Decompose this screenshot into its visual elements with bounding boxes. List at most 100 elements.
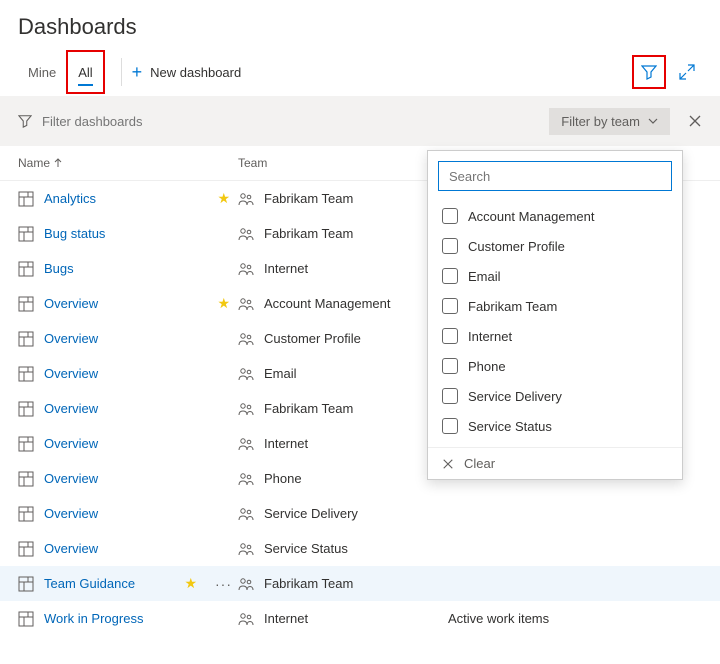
highlight-all-tab: All — [66, 50, 104, 94]
team-filter-clear[interactable]: Clear — [428, 447, 682, 479]
filter-toggle-button[interactable] — [634, 57, 664, 87]
checkbox-icon — [442, 358, 458, 374]
dashboard-icon — [18, 261, 34, 277]
checkbox-icon — [442, 298, 458, 314]
more-actions[interactable]: ··· — [215, 576, 232, 592]
tab-all[interactable]: All — [68, 52, 102, 92]
option-label: Service Status — [468, 419, 552, 434]
star-icon[interactable]: ★ — [217, 295, 230, 312]
team-filter-option[interactable]: Fabrikam Team — [428, 291, 682, 321]
table-row[interactable]: Overview Service Delivery — [0, 496, 720, 531]
dashboard-link[interactable]: Bugs — [44, 261, 74, 276]
checkbox-icon — [442, 268, 458, 284]
dashboard-icon — [18, 331, 34, 347]
checkbox-icon — [442, 328, 458, 344]
team-icon — [238, 402, 254, 416]
funnel-icon — [641, 64, 657, 80]
team-filter-option[interactable]: Service Delivery — [428, 381, 682, 411]
team-icon — [238, 332, 254, 346]
close-filter-button[interactable] — [688, 114, 702, 128]
team-filter-option[interactable]: Service Status — [428, 411, 682, 441]
team-icon — [238, 472, 254, 486]
option-label: Account Management — [468, 209, 594, 224]
dashboard-icon — [18, 401, 34, 417]
table-row[interactable]: Work in ProgressInternetActive work item… — [0, 601, 720, 636]
toolbar-divider — [121, 58, 122, 86]
dashboard-link[interactable]: Overview — [44, 366, 98, 381]
new-dashboard-button[interactable]: + New dashboard — [132, 62, 242, 83]
team-filter-option[interactable]: Customer Profile — [428, 231, 682, 261]
team-name: Fabrikam Team — [264, 576, 353, 591]
dashboard-link[interactable]: Team Guidance — [44, 576, 135, 591]
dashboard-link[interactable]: Overview — [44, 471, 98, 486]
star-icon[interactable]: ★ — [217, 190, 230, 207]
dashboard-link[interactable]: Overview — [44, 331, 98, 346]
dashboard-link[interactable]: Bug status — [44, 226, 105, 241]
dashboard-icon — [18, 191, 34, 207]
page-title: Dashboards — [18, 14, 702, 40]
team-icon — [238, 542, 254, 556]
filter-dashboards-input[interactable] — [42, 114, 549, 129]
col-header-team[interactable]: Team — [238, 156, 448, 170]
team-name: Service Delivery — [264, 506, 358, 521]
option-label: Customer Profile — [468, 239, 565, 254]
team-icon — [238, 297, 254, 311]
sort-asc-icon — [54, 158, 62, 168]
col-header-name[interactable]: Name — [18, 156, 238, 170]
chevron-down-icon — [648, 118, 658, 124]
team-name: Fabrikam Team — [264, 401, 353, 416]
dashboard-link[interactable]: Overview — [44, 401, 98, 416]
fullscreen-button[interactable] — [672, 57, 702, 87]
checkbox-icon — [442, 418, 458, 434]
filter-by-team-dropdown[interactable]: Filter by team — [549, 108, 670, 135]
plus-icon: + — [132, 62, 143, 83]
dashboard-icon — [18, 506, 34, 522]
dashboard-link[interactable]: Work in Progress — [44, 611, 143, 626]
team-name: Email — [264, 366, 297, 381]
option-label: Internet — [468, 329, 512, 344]
team-icon — [238, 192, 254, 206]
dashboard-link[interactable]: Overview — [44, 296, 98, 311]
close-icon — [688, 114, 702, 128]
team-filter-list[interactable]: Account Management Customer Profile Email F… — [428, 201, 682, 447]
dashboard-icon — [18, 366, 34, 382]
filter-by-team-label: Filter by team — [561, 114, 640, 129]
option-label: Fabrikam Team — [468, 299, 557, 314]
table-row[interactable]: Team Guidance ★ ··· Fabrikam Team — [0, 566, 720, 601]
team-name: Service Status — [264, 541, 348, 556]
dashboard-link[interactable]: Analytics — [44, 191, 96, 206]
option-label: Email — [468, 269, 501, 284]
team-filter-option[interactable]: Internet — [428, 321, 682, 351]
checkbox-icon — [442, 208, 458, 224]
team-name: Internet — [264, 261, 308, 276]
table-row[interactable]: Overview Service Status — [0, 531, 720, 566]
star-icon[interactable]: ★ — [184, 575, 197, 592]
team-filter-flyout: Account Management Customer Profile Email F… — [427, 150, 683, 480]
team-name: Internet — [264, 436, 308, 451]
team-icon — [238, 262, 254, 276]
team-icon — [238, 437, 254, 451]
team-filter-search-input[interactable] — [438, 161, 672, 191]
expand-icon — [679, 64, 695, 80]
team-icon — [238, 367, 254, 381]
close-icon — [442, 458, 454, 470]
team-filter-option[interactable]: Account Management — [428, 201, 682, 231]
dashboard-icon — [18, 611, 34, 627]
dashboard-icon — [18, 436, 34, 452]
tabs: Mine All — [18, 48, 111, 96]
team-icon — [238, 577, 254, 591]
team-filter-option[interactable]: Email — [428, 261, 682, 291]
team-name: Fabrikam Team — [264, 191, 353, 206]
dashboard-icon — [18, 296, 34, 312]
dashboard-link[interactable]: Overview — [44, 541, 98, 556]
description-cell: Active work items — [448, 611, 702, 626]
filter-bar: Filter by team — [0, 96, 720, 146]
team-name: Fabrikam Team — [264, 226, 353, 241]
clear-label: Clear — [464, 456, 495, 471]
dashboard-icon — [18, 541, 34, 557]
tab-mine[interactable]: Mine — [18, 48, 66, 96]
team-filter-option[interactable]: Phone — [428, 351, 682, 381]
dashboard-link[interactable]: Overview — [44, 436, 98, 451]
team-icon — [238, 227, 254, 241]
dashboard-link[interactable]: Overview — [44, 506, 98, 521]
